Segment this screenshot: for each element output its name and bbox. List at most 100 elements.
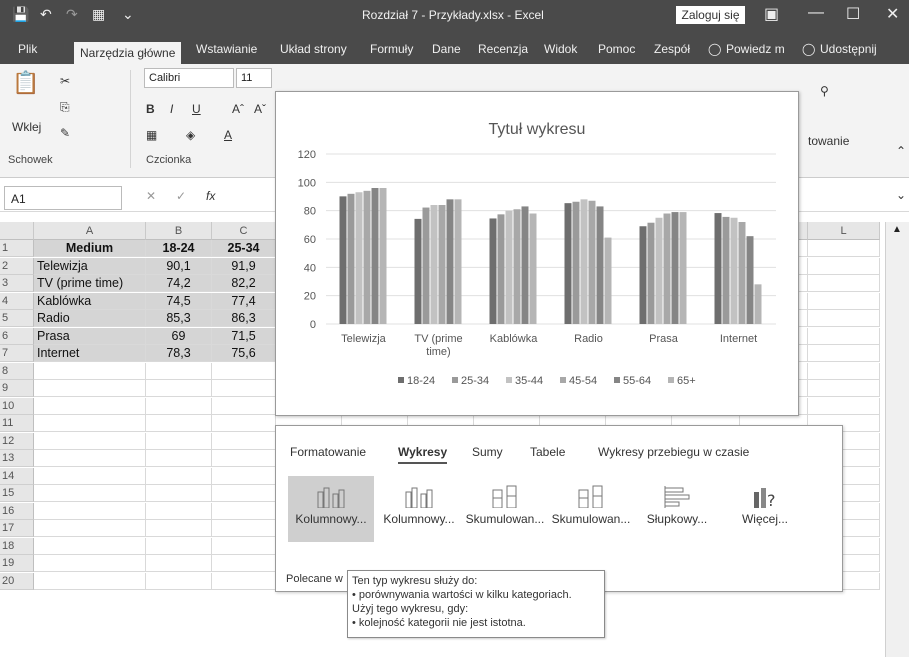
row-header[interactable]: 13 bbox=[0, 450, 34, 467]
tab-formulas[interactable]: Formuły bbox=[370, 42, 413, 56]
grid-cell[interactable]: 78,3 bbox=[146, 345, 212, 362]
shrink-font-button[interactable]: Aˇ bbox=[254, 102, 266, 116]
grid-cell[interactable] bbox=[808, 397, 880, 415]
grid-cell[interactable] bbox=[146, 380, 212, 397]
row-header[interactable]: 5 bbox=[0, 310, 34, 327]
grid-cell[interactable] bbox=[212, 380, 276, 397]
grid-cell[interactable]: 74,5 bbox=[146, 292, 212, 310]
bold-button[interactable]: B bbox=[146, 102, 155, 116]
tab-sparklines[interactable]: Wykresy przebiegu w czasie bbox=[598, 445, 749, 459]
styles-group-fragment[interactable]: towanie bbox=[808, 134, 849, 148]
grid-cell[interactable]: TV (prime time) bbox=[34, 275, 146, 292]
grid-cell[interactable] bbox=[212, 502, 276, 520]
tab-tables[interactable]: Tabele bbox=[530, 445, 565, 459]
column-header-l[interactable]: L bbox=[808, 222, 880, 240]
tab-charts[interactable]: Wykresy bbox=[398, 445, 448, 464]
grid-cell[interactable]: Telewizja bbox=[34, 257, 146, 275]
grid-cell[interactable] bbox=[212, 415, 276, 432]
grid-cell[interactable]: 74,2 bbox=[146, 275, 212, 292]
grid-cell[interactable] bbox=[212, 467, 276, 485]
grid-cell[interactable]: 85,3 bbox=[146, 310, 212, 327]
grid-cell[interactable] bbox=[808, 362, 880, 380]
grid-cell[interactable] bbox=[34, 502, 146, 520]
row-header[interactable]: 12 bbox=[0, 432, 34, 450]
ribbon-display-icon[interactable]: ▣ bbox=[764, 4, 779, 24]
row-header[interactable]: 3 bbox=[0, 275, 34, 292]
grid-cell[interactable] bbox=[146, 485, 212, 502]
row-header[interactable]: 15 bbox=[0, 485, 34, 502]
bar-chart-option[interactable]: Słupkowy... bbox=[634, 476, 720, 542]
grid-cell[interactable] bbox=[146, 432, 212, 450]
clustered-column-option[interactable]: Kolumnowy... bbox=[288, 476, 374, 542]
grid-cell[interactable] bbox=[34, 467, 146, 485]
grid-cell[interactable] bbox=[146, 415, 212, 432]
grid-cell[interactable]: Radio bbox=[34, 310, 146, 327]
row-header[interactable]: 14 bbox=[0, 467, 34, 485]
grid-cell[interactable]: 75,6 bbox=[212, 345, 276, 362]
collapse-ribbon-icon[interactable]: ⌃ bbox=[896, 144, 906, 158]
redo-icon[interactable]: ↷ bbox=[66, 6, 78, 23]
grid-cell[interactable]: 18-24 bbox=[146, 240, 212, 257]
grid-cell[interactable]: 90,1 bbox=[146, 257, 212, 275]
save-icon[interactable]: 💾 bbox=[12, 6, 29, 23]
font-color-icon[interactable]: A bbox=[224, 128, 232, 142]
grid-cell[interactable]: 25-34 bbox=[212, 240, 276, 257]
grid-cell[interactable]: 77,4 bbox=[212, 292, 276, 310]
grid-cell[interactable]: 71,5 bbox=[212, 327, 276, 345]
tab-insert[interactable]: Wstawianie bbox=[196, 42, 257, 56]
tab-totals[interactable]: Sumy bbox=[472, 445, 503, 459]
expand-formula-icon[interactable]: ⌄ bbox=[896, 188, 906, 202]
grid-cell[interactable] bbox=[34, 362, 146, 380]
vertical-scrollbar[interactable]: ▲ bbox=[885, 222, 909, 657]
minimize-icon[interactable]: — bbox=[808, 4, 824, 22]
grid-cell[interactable] bbox=[808, 345, 880, 362]
grid-cell[interactable] bbox=[146, 362, 212, 380]
grid-cell[interactable] bbox=[146, 520, 212, 537]
font-size-select[interactable]: 11 bbox=[236, 68, 272, 88]
maximize-icon[interactable]: ☐ bbox=[846, 4, 860, 24]
row-header[interactable]: 17 bbox=[0, 520, 34, 537]
grid-cell[interactable]: 69 bbox=[146, 327, 212, 345]
row-header[interactable]: 16 bbox=[0, 502, 34, 520]
grid-cell[interactable]: Internet bbox=[34, 345, 146, 362]
login-button[interactable]: Zaloguj się bbox=[676, 6, 745, 24]
column-header-a[interactable]: A bbox=[34, 222, 146, 240]
grid-cell[interactable] bbox=[34, 520, 146, 537]
grid-cell[interactable] bbox=[212, 520, 276, 537]
format-painter-brush-icon[interactable]: ✎ bbox=[60, 126, 70, 140]
font-name-select[interactable]: Calibri bbox=[144, 68, 234, 88]
row-header[interactable]: 7 bbox=[0, 345, 34, 362]
grid-cell[interactable] bbox=[212, 537, 276, 555]
find-icon[interactable]: ⚲ bbox=[820, 84, 829, 98]
row-header[interactable]: 11 bbox=[0, 415, 34, 432]
stacked-column-option[interactable]: Skumulowan... bbox=[462, 476, 548, 542]
grid-cell[interactable] bbox=[212, 555, 276, 572]
tab-file[interactable]: Plik bbox=[18, 42, 37, 56]
grid-cell[interactable] bbox=[808, 292, 880, 310]
grid-cell[interactable]: 86,3 bbox=[212, 310, 276, 327]
paste-button[interactable]: Wklej bbox=[12, 120, 41, 134]
share-icon[interactable]: ◯ bbox=[802, 42, 815, 56]
italic-button[interactable]: I bbox=[170, 102, 173, 116]
select-all-corner[interactable] bbox=[0, 222, 34, 240]
more-charts-option[interactable]: ? Więcej... bbox=[722, 476, 808, 542]
name-box[interactable]: A1 bbox=[4, 186, 122, 210]
grow-font-button[interactable]: Aˆ bbox=[232, 102, 244, 116]
insert-function-icon[interactable]: fx bbox=[206, 189, 215, 203]
close-icon[interactable]: ✕ bbox=[886, 4, 899, 24]
row-header[interactable]: 20 bbox=[0, 572, 34, 590]
grid-cell[interactable]: Kablówka bbox=[34, 292, 146, 310]
grid-cell[interactable]: 91,9 bbox=[212, 257, 276, 275]
grid-cell[interactable] bbox=[212, 485, 276, 502]
stacked-column-option-2[interactable]: Skumulowan... bbox=[548, 476, 634, 542]
underline-button[interactable]: U bbox=[192, 102, 201, 116]
clustered-column-option-2[interactable]: Kolumnowy... bbox=[376, 476, 462, 542]
format-painter-icon[interactable]: ▦ bbox=[92, 6, 105, 23]
grid-cell[interactable] bbox=[34, 397, 146, 415]
grid-cell[interactable] bbox=[212, 432, 276, 450]
borders-icon[interactable]: ▦ bbox=[146, 128, 157, 142]
row-header[interactable]: 2 bbox=[0, 257, 34, 275]
grid-cell[interactable] bbox=[34, 415, 146, 432]
grid-cell[interactable] bbox=[34, 537, 146, 555]
grid-cell[interactable] bbox=[212, 397, 276, 415]
